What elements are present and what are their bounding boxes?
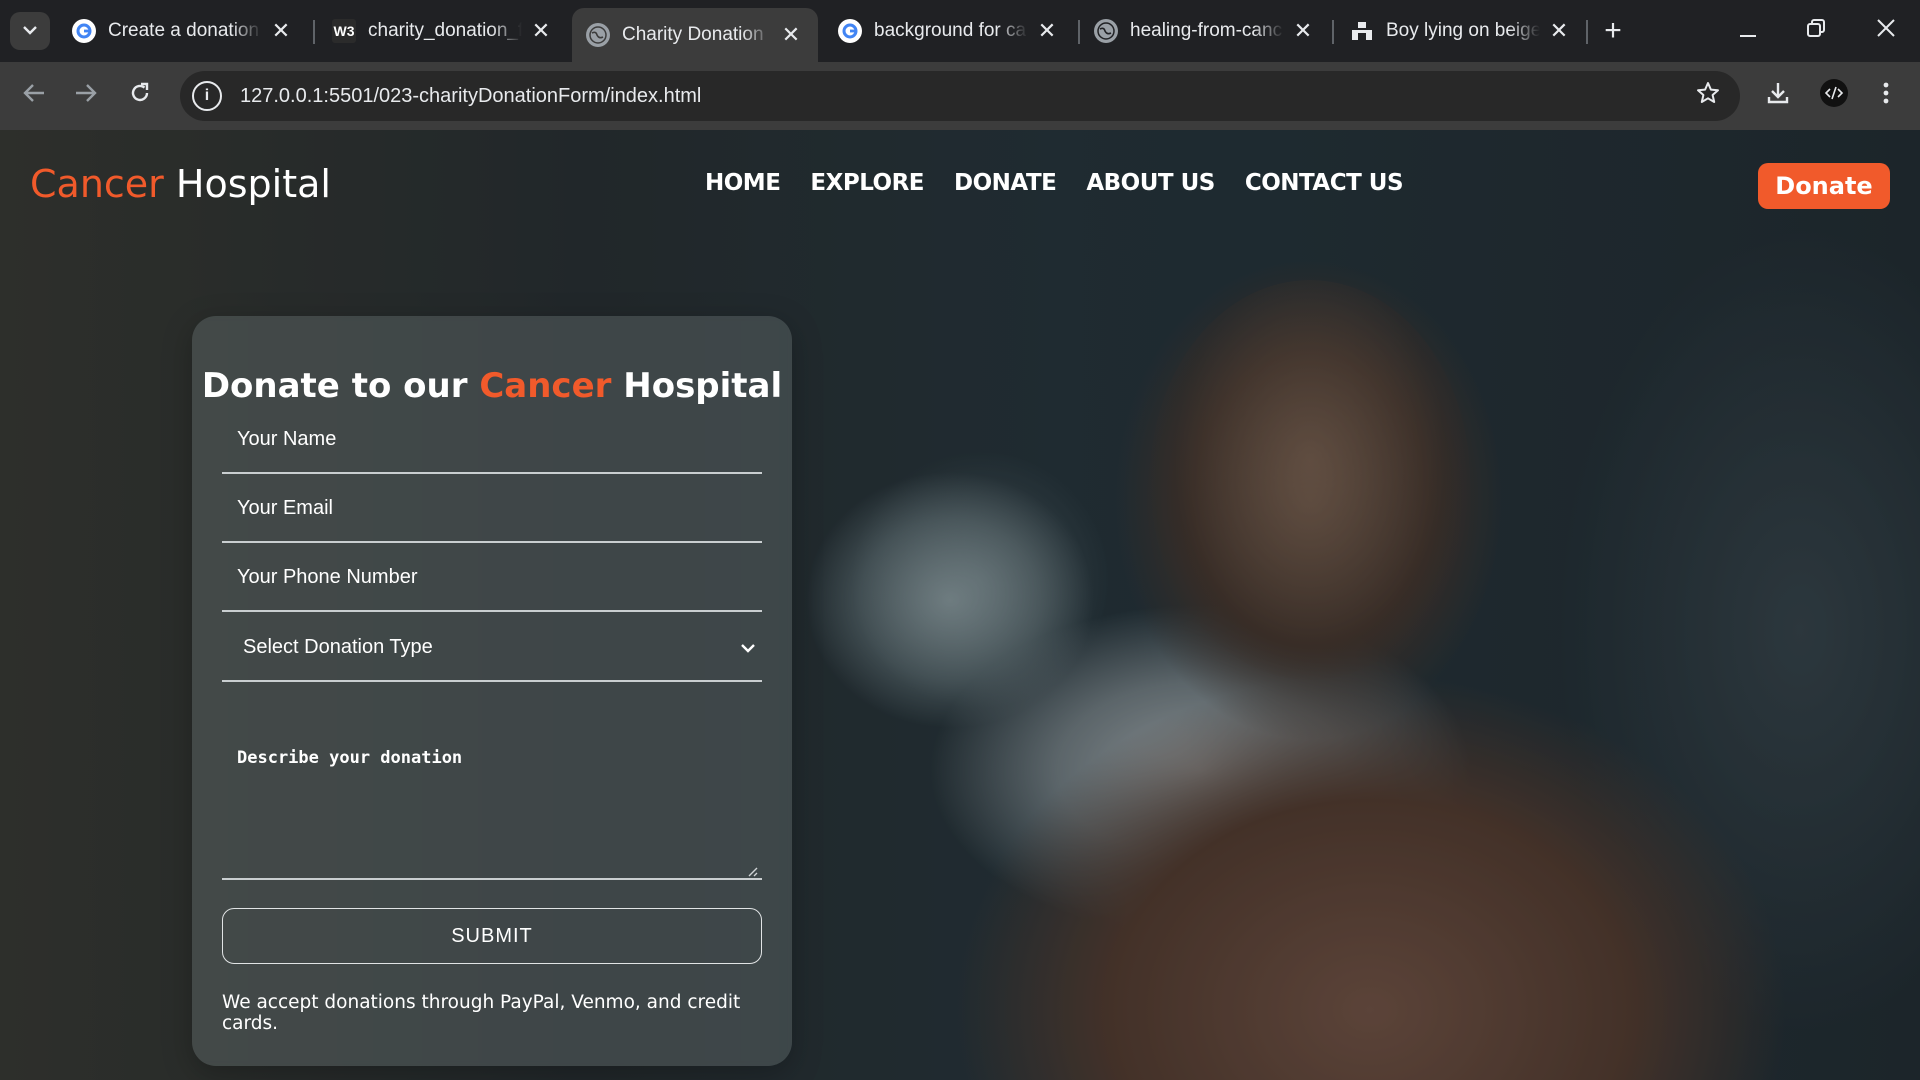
- tab-divider: [1332, 20, 1334, 44]
- download-icon: [1766, 81, 1790, 112]
- site-header: Cancer Hospital HOME EXPLORE DONATE ABOU…: [0, 130, 1920, 240]
- browser-tab[interactable]: W3 charity_donation_f ✕: [318, 8, 568, 54]
- forward-button[interactable]: [66, 76, 106, 116]
- close-icon: [1877, 17, 1895, 43]
- tab-title: Boy lying on beige: [1386, 20, 1540, 41]
- phone-field[interactable]: Your Phone Number: [222, 544, 762, 612]
- title-prefix: Donate to our: [201, 366, 480, 406]
- reload-button[interactable]: [120, 76, 160, 116]
- chevron-down-icon: [22, 22, 38, 40]
- close-window-button[interactable]: [1856, 8, 1916, 52]
- description-textarea[interactable]: Describe your donation: [222, 718, 762, 880]
- bookmark-star-icon[interactable]: [1696, 81, 1720, 112]
- browser-tab-active[interactable]: Charity Donation ✕: [572, 8, 818, 62]
- close-icon[interactable]: ✕: [530, 18, 552, 43]
- donation-form-card: Donate to our Cancer Hospital Your Name …: [192, 316, 792, 1066]
- browser-tab[interactable]: healing-from-canc ✕: [1080, 8, 1330, 54]
- w3layouts-icon: W3: [332, 19, 356, 43]
- nav-contact-us[interactable]: CONTACT US: [1245, 170, 1404, 196]
- tab-title: Charity Donation: [622, 24, 764, 45]
- title-suffix: Hospital: [611, 366, 783, 406]
- tab-title: background for ca: [874, 20, 1027, 41]
- nav-about-us[interactable]: ABOUT US: [1086, 170, 1215, 196]
- form-title: Donate to our Cancer Hospital: [192, 366, 792, 406]
- tab-divider: [1586, 20, 1588, 44]
- restore-button[interactable]: [1786, 8, 1846, 52]
- google-icon: [72, 19, 96, 43]
- browser-tab[interactable]: Create a donation ✕: [58, 8, 308, 54]
- page-viewport: Cancer Hospital HOME EXPLORE DONATE ABOU…: [0, 130, 1920, 1080]
- globe-icon: [1094, 19, 1118, 43]
- nav-donate[interactable]: DONATE: [954, 170, 1057, 196]
- tab-search-button[interactable]: [10, 12, 50, 50]
- globe-icon: [586, 23, 610, 47]
- close-icon[interactable]: ✕: [270, 18, 292, 43]
- minimize-button[interactable]: [1718, 8, 1778, 52]
- chevron-down-icon: [740, 636, 756, 659]
- new-tab-button[interactable]: +: [1596, 14, 1630, 48]
- resize-handle-icon[interactable]: [746, 864, 758, 877]
- description-placeholder: Describe your donation: [237, 748, 463, 768]
- reload-icon: [129, 82, 151, 111]
- phone-placeholder: Your Phone Number: [237, 565, 418, 588]
- logo-accent: Cancer: [30, 162, 164, 206]
- hero-photo-monitor: [850, 450, 1110, 710]
- browser-toolbar: i 127.0.0.1:5501/023-charityDonationForm…: [0, 62, 1920, 130]
- menu-button[interactable]: [1866, 76, 1906, 116]
- browser-tab-strip: Create a donation ✕ W3 charity_donation_…: [0, 0, 1920, 62]
- close-icon[interactable]: ✕: [1292, 18, 1314, 43]
- extension-button[interactable]: [1814, 76, 1854, 116]
- url-text[interactable]: 127.0.0.1:5501/023-charityDonationForm/i…: [240, 85, 701, 108]
- email-placeholder: Your Email: [237, 496, 333, 519]
- kebab-menu-icon: [1883, 82, 1889, 111]
- site-info-icon[interactable]: i: [192, 81, 222, 111]
- restore-icon: [1807, 17, 1825, 43]
- minimize-icon: [1740, 17, 1756, 43]
- title-accent: Cancer: [479, 366, 612, 406]
- google-icon: [838, 19, 862, 43]
- download-button[interactable]: [1758, 76, 1798, 116]
- browser-tab[interactable]: Boy lying on beige ✕: [1336, 8, 1586, 54]
- close-icon[interactable]: ✕: [780, 22, 802, 47]
- back-button[interactable]: [14, 76, 54, 116]
- close-icon[interactable]: ✕: [1548, 18, 1570, 43]
- close-icon[interactable]: ✕: [1036, 18, 1058, 43]
- unsplash-icon: [1350, 19, 1374, 43]
- tab-title: healing-from-canc: [1130, 20, 1283, 41]
- arrow-right-icon: [75, 82, 97, 110]
- name-placeholder: Your Name: [237, 427, 337, 450]
- code-extension-icon: [1819, 78, 1849, 115]
- logo-text: Hospital: [163, 162, 331, 206]
- tab-title: charity_donation_f: [368, 20, 522, 41]
- submit-button[interactable]: SUBMIT: [222, 908, 762, 964]
- main-nav: HOME EXPLORE DONATE ABOUT US CONTACT US: [705, 170, 1404, 196]
- payment-methods-note: We accept donations through PayPal, Venm…: [222, 992, 741, 1034]
- donate-button[interactable]: Donate: [1758, 163, 1890, 209]
- hero-photo-patient: [1150, 280, 1470, 680]
- browser-tab[interactable]: background for ca ✕: [824, 8, 1074, 54]
- site-logo[interactable]: Cancer Hospital: [30, 162, 331, 206]
- arrow-left-icon: [23, 82, 45, 110]
- donation-type-select[interactable]: Select Donation Type: [222, 614, 762, 682]
- tab-divider: [313, 20, 315, 44]
- plus-icon: +: [1604, 14, 1622, 47]
- address-bar[interactable]: i 127.0.0.1:5501/023-charityDonationForm…: [180, 71, 1740, 121]
- nav-home[interactable]: HOME: [705, 170, 781, 196]
- nav-explore[interactable]: EXPLORE: [810, 170, 924, 196]
- name-field[interactable]: Your Name: [222, 406, 762, 474]
- donation-type-value: Select Donation Type: [243, 635, 433, 658]
- tab-title: Create a donation: [108, 20, 260, 41]
- email-field[interactable]: Your Email: [222, 475, 762, 543]
